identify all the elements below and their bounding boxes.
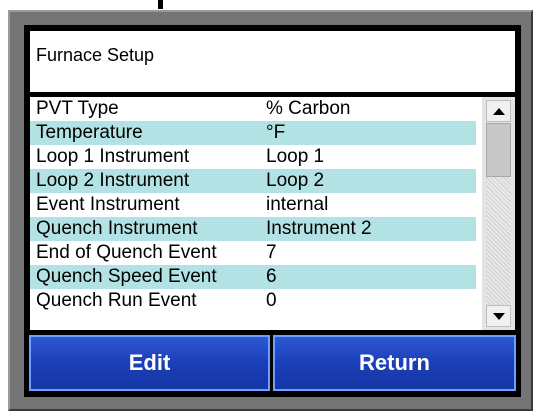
top-tick (158, 0, 163, 9)
list-item-value: internal (266, 194, 329, 215)
list-item[interactable]: Loop 2 Instrument Loop 2 (30, 169, 476, 193)
list-item[interactable]: Temperature °F (30, 121, 476, 145)
scroll-thumb[interactable] (486, 123, 511, 177)
list-item[interactable]: Loop 1 Instrument Loop 1 (30, 145, 476, 169)
list-item-label: Loop 2 Instrument (36, 170, 190, 191)
list-item[interactable]: Quench Speed Event 6 (30, 265, 476, 289)
list-item[interactable]: Quench Instrument Instrument 2 (30, 217, 476, 241)
list-item-label: Quench Run Event (36, 290, 197, 311)
list-item-label: Loop 1 Instrument (36, 146, 190, 167)
list-item-value: 0 (266, 290, 277, 311)
list-item-value: Instrument 2 (266, 218, 372, 239)
screen: Furnace Setup PVT Type % Carbon Temperat… (24, 25, 521, 397)
list-item-label: Temperature (36, 122, 143, 143)
list-item-label: Event Instrument (36, 194, 180, 215)
page-title: Furnace Setup (30, 31, 515, 92)
scroll-up-button[interactable] (486, 100, 511, 122)
settings-list: PVT Type % Carbon Temperature °F Loop 1 … (30, 97, 515, 330)
list-item[interactable]: Event Instrument internal (30, 193, 476, 217)
list-item-label: End of Quench Event (36, 242, 217, 263)
list-item-value: °F (266, 122, 286, 143)
list-item[interactable]: End of Quench Event 7 (30, 241, 476, 265)
list-item-value: Loop 2 (266, 170, 325, 191)
return-button[interactable]: Return (273, 335, 516, 391)
list-item-label: Quench Speed Event (36, 266, 217, 287)
edit-button[interactable]: Edit (29, 335, 270, 391)
list-item-value: % Carbon (266, 98, 351, 119)
scroll-down-button[interactable] (486, 305, 511, 327)
arrow-up-icon (492, 107, 505, 115)
list-item[interactable]: Quench Run Event 0 (30, 289, 476, 313)
arrow-down-icon (492, 312, 505, 320)
list-item-label: PVT Type (36, 98, 119, 119)
list-item-label: Quench Instrument (36, 218, 198, 239)
list-item-value: Loop 1 (266, 146, 325, 167)
list-item-value: 6 (266, 266, 277, 287)
list-item-value: 7 (266, 242, 277, 263)
vertical-scrollbar[interactable] (482, 97, 515, 330)
list-item[interactable]: PVT Type % Carbon (30, 97, 476, 121)
